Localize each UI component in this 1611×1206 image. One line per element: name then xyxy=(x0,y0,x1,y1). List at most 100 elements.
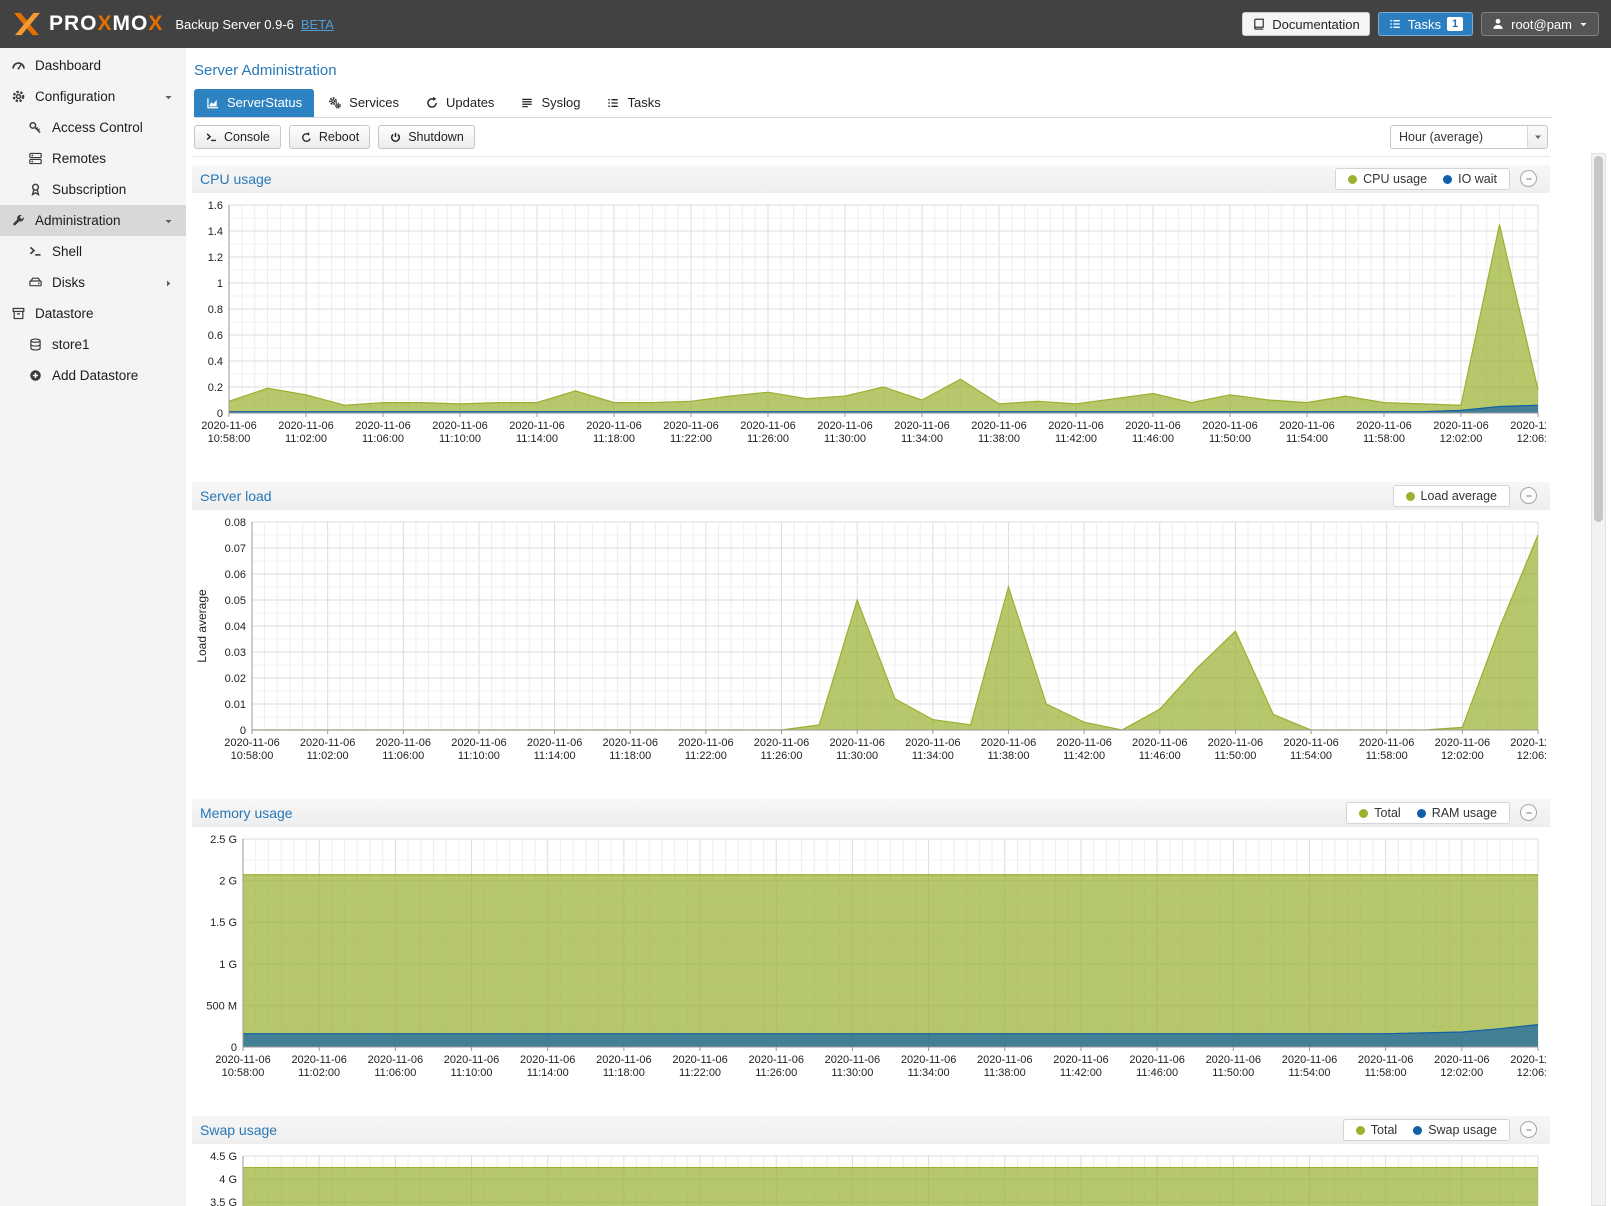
sidebar-item-configuration[interactable]: Configuration xyxy=(0,81,186,112)
svg-text:2020-11-06: 2020-11-06 xyxy=(829,737,884,749)
legend-item: Total xyxy=(1359,806,1400,820)
svg-text:0.2: 0.2 xyxy=(208,382,223,394)
svg-text:2020-11-06: 2020-11-06 xyxy=(586,420,641,432)
beta-link[interactable]: BETA xyxy=(301,17,334,32)
svg-text:0.02: 0.02 xyxy=(225,673,246,685)
svg-text:0.08: 0.08 xyxy=(225,517,246,529)
legend-dot xyxy=(1406,492,1415,501)
svg-text:11:22:00: 11:22:00 xyxy=(670,433,712,445)
scrollbar-thumb[interactable] xyxy=(1594,156,1603,522)
legend-item: RAM usage xyxy=(1417,806,1497,820)
chart-body: 0500 M1 G1.5 G2 G2.5 G3 G3.5 G4 G4.5 G20… xyxy=(192,1144,1550,1206)
gear-icon xyxy=(11,89,26,105)
sidebar-item-datastore[interactable]: Datastore xyxy=(0,298,186,329)
svg-text:2020-11-06: 2020-11-06 xyxy=(1208,737,1263,749)
panel-title: Server load xyxy=(200,488,272,504)
tab-updates[interactable]: Updates xyxy=(413,89,506,117)
sidebar-item-access-control[interactable]: Access Control xyxy=(0,112,186,143)
legend-dot xyxy=(1443,175,1452,184)
sidebar-item-label: Datastore xyxy=(35,306,94,321)
database-icon xyxy=(28,337,43,352)
area-chart-icon xyxy=(206,96,220,110)
sidebar-item-dashboard[interactable]: Dashboard xyxy=(0,50,186,81)
plus-circle-icon xyxy=(28,368,43,384)
svg-text:2020-11-06: 2020-11-06 xyxy=(444,1054,499,1066)
key-icon xyxy=(28,120,43,135)
svg-text:0.4: 0.4 xyxy=(208,356,223,368)
legend-dot xyxy=(1356,1126,1365,1135)
app: PROXMOX Backup Server 0.9-6 BETA Documen… xyxy=(0,0,1611,1206)
tab-tasks[interactable]: Tasks xyxy=(594,89,672,117)
sidebar-item-subscription[interactable]: Subscription xyxy=(0,174,186,205)
svg-text:11:10:00: 11:10:00 xyxy=(439,433,481,445)
page-title: Server Administration xyxy=(194,62,1611,79)
svg-text:11:50:00: 11:50:00 xyxy=(1214,750,1256,762)
panels: CPU usageCPU usageIO wait00.20.40.60.811… xyxy=(192,157,1550,1206)
svg-text:2020-11-06: 2020-11-06 xyxy=(749,1054,804,1066)
svg-text:11:26:00: 11:26:00 xyxy=(747,433,789,445)
panel-title: Memory usage xyxy=(200,805,293,821)
collapse-panel-button[interactable] xyxy=(1520,804,1537,821)
hdd-icon xyxy=(28,275,43,290)
tab-label: Tasks xyxy=(627,95,660,110)
sidebar-item-disks[interactable]: Disks xyxy=(0,267,186,298)
console-icon xyxy=(205,131,218,144)
svg-text:0: 0 xyxy=(240,725,246,737)
collapse-panel-button[interactable] xyxy=(1520,487,1537,504)
sidebar-item-store1[interactable]: store1 xyxy=(0,329,186,360)
chart-body: 0500 M1 G1.5 G2 G2.5 G2020-11-0610:58:00… xyxy=(192,827,1550,1088)
svg-text:11:10:00: 11:10:00 xyxy=(458,750,500,762)
svg-text:2020-11-06: 2020-11-06 xyxy=(1282,1054,1337,1066)
svg-text:11:54:00: 11:54:00 xyxy=(1290,750,1332,762)
user-menu-button[interactable]: root@pam xyxy=(1481,12,1599,36)
reboot-button[interactable]: Reboot xyxy=(289,125,370,149)
tasks-icon xyxy=(606,96,620,110)
gear-icon xyxy=(11,89,26,104)
panel-title: Swap usage xyxy=(200,1122,277,1138)
tab-services[interactable]: Services xyxy=(316,89,411,117)
svg-text:11:54:00: 11:54:00 xyxy=(1288,1067,1330,1079)
svg-text:11:06:00: 11:06:00 xyxy=(374,1067,416,1079)
tab-syslog[interactable]: Syslog xyxy=(508,89,592,117)
svg-text:0.06: 0.06 xyxy=(225,569,246,581)
caret-down-icon xyxy=(1578,19,1589,30)
collapse-panel-button[interactable] xyxy=(1520,170,1537,187)
tasks-button[interactable]: Tasks 1 xyxy=(1378,12,1473,36)
cpu-usage-chart: 00.20.40.60.811.21.41.62020-11-0610:58:0… xyxy=(194,195,1546,449)
svg-text:2020-11-06: 2020-11-06 xyxy=(977,1054,1032,1066)
panel-header: Server load Load average xyxy=(192,482,1550,510)
svg-text:11:22:00: 11:22:00 xyxy=(685,750,727,762)
svg-text:11:18:00: 11:18:00 xyxy=(603,1067,645,1079)
svg-text:11:58:00: 11:58:00 xyxy=(1363,433,1405,445)
svg-text:11:42:00: 11:42:00 xyxy=(1063,750,1105,762)
wrench-icon xyxy=(11,213,26,229)
svg-text:2020-11-06: 2020-11-06 xyxy=(368,1054,423,1066)
scrollbar[interactable] xyxy=(1591,153,1606,1206)
svg-text:2020-11-06: 2020-11-06 xyxy=(672,1054,727,1066)
sidebar-item-administration[interactable]: Administration xyxy=(0,205,186,236)
tab-serverstatus[interactable]: ServerStatus xyxy=(194,89,314,117)
minus-icon xyxy=(1523,807,1535,819)
certificate-icon xyxy=(28,182,43,197)
timeframe-select[interactable]: Hour (average) xyxy=(1390,125,1548,149)
collapse-panel-button[interactable] xyxy=(1520,1121,1537,1138)
svg-text:2020-11-06: 2020-11-06 xyxy=(224,737,279,749)
sidebar-item-add-datastore[interactable]: Add Datastore xyxy=(0,360,186,391)
svg-text:0.03: 0.03 xyxy=(225,647,246,659)
legend-label: Load average xyxy=(1421,489,1497,503)
legend-label: CPU usage xyxy=(1363,172,1427,186)
documentation-button[interactable]: Documentation xyxy=(1242,12,1369,36)
sidebar-item-shell[interactable]: Shell xyxy=(0,236,186,267)
sidebar-item-remotes[interactable]: Remotes xyxy=(0,143,186,174)
syslog-icon xyxy=(520,96,534,110)
shutdown-button[interactable]: Shutdown xyxy=(378,125,475,149)
legend-item: Swap usage xyxy=(1413,1123,1497,1137)
svg-text:11:18:00: 11:18:00 xyxy=(593,433,635,445)
svg-text:11:34:00: 11:34:00 xyxy=(912,750,954,762)
caret-right-icon xyxy=(163,278,174,289)
combo-trigger[interactable] xyxy=(1527,126,1547,148)
console-button[interactable]: Console xyxy=(194,125,281,149)
panel-swap-usage: Swap usageTotalSwap usage0500 M1 G1.5 G2… xyxy=(192,1116,1550,1206)
svg-text:1.2: 1.2 xyxy=(208,252,223,264)
toolbar: Console Reboot Shutdown Hour (average) xyxy=(192,118,1550,157)
